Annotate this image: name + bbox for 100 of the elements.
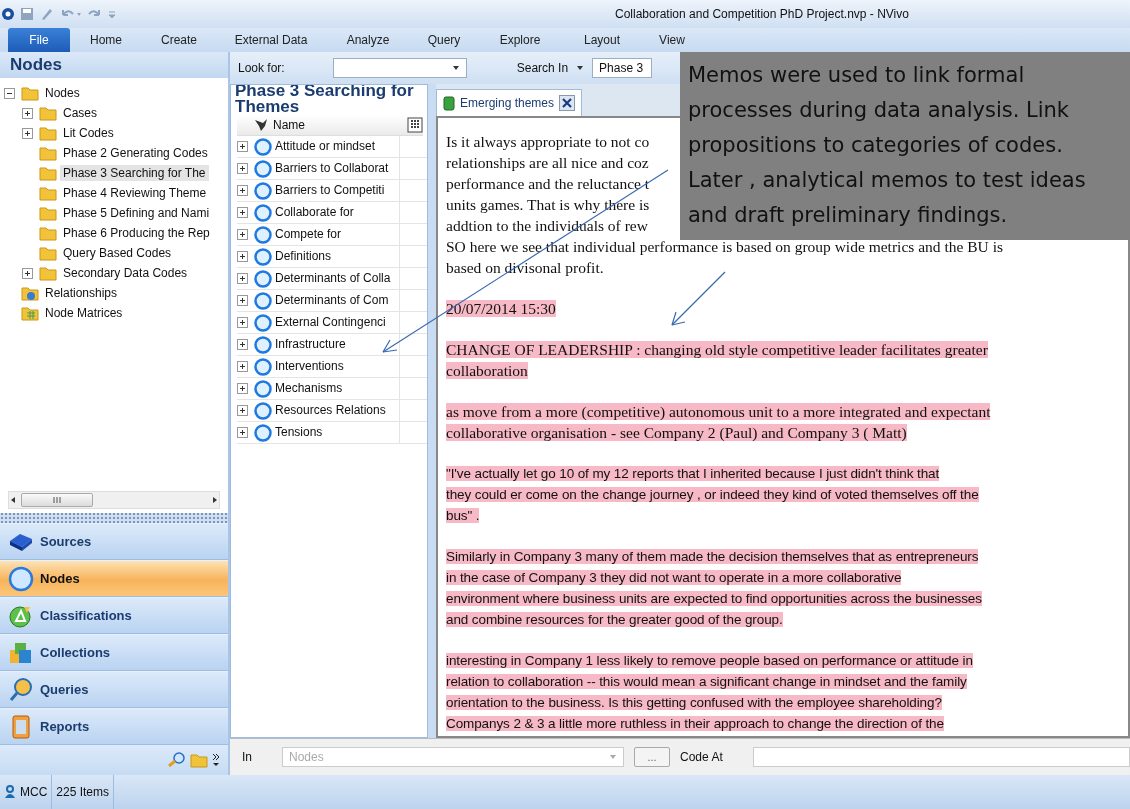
node-icon — [254, 313, 272, 332]
expand-icon[interactable] — [237, 141, 248, 152]
ribbon-tab[interactable]: Layout — [562, 28, 642, 52]
node-icon — [254, 335, 272, 354]
dropdown-icon[interactable] — [576, 65, 585, 71]
expand-icon[interactable] — [237, 383, 248, 394]
node-name[interactable]: Infrastructure — [275, 334, 400, 355]
expand-icon[interactable] — [237, 317, 248, 328]
navigation-button[interactable]: Queries — [0, 671, 228, 708]
tree-item[interactable]: Secondary Data Codes — [60, 265, 191, 281]
panel-title: Nodes — [0, 52, 228, 78]
folder-icon — [39, 145, 57, 161]
node-name[interactable]: Determinants of Com — [275, 290, 400, 311]
tree-item[interactable]: Relationships — [42, 285, 121, 301]
node-name[interactable]: Mechanisms — [275, 378, 400, 399]
navigation-button[interactable]: Sources — [0, 523, 228, 560]
user-name: MCC — [20, 785, 48, 799]
window-title: Collaboration and Competition PhD Project.nvp - NVivo — [615, 7, 909, 21]
node-name[interactable]: Resources Relations — [275, 400, 400, 421]
ribbon-tab[interactable]: Home — [70, 28, 142, 52]
find-icon[interactable] — [168, 752, 186, 768]
more-options-icon[interactable] — [212, 752, 220, 768]
expand-icon[interactable] — [237, 361, 248, 372]
expand-icon[interactable] — [22, 127, 33, 139]
browse-button[interactable]: ... — [634, 747, 670, 767]
search-scope-field[interactable]: Phase 3 — [592, 58, 653, 78]
node-name[interactable]: Tensions — [275, 422, 400, 443]
node-icon — [254, 247, 272, 266]
code-at-field[interactable] — [752, 747, 1130, 767]
collapse-icon[interactable] — [4, 87, 15, 99]
splitter-handle[interactable] — [0, 513, 228, 523]
expand-icon[interactable] — [237, 427, 248, 438]
folder-icon — [39, 185, 57, 201]
node-name[interactable]: Attitude or mindset — [275, 136, 400, 157]
tree-item[interactable]: Phase 5 Defining and Nami — [60, 205, 213, 221]
navigation-button[interactable]: Collections — [0, 634, 228, 671]
ribbon-tab[interactable]: View — [642, 28, 702, 52]
ribbon-tab[interactable]: External Data — [216, 28, 326, 52]
tree-item[interactable]: Node Matrices — [42, 305, 126, 321]
horizontal-scrollbar[interactable] — [8, 491, 220, 509]
document-tab[interactable]: Emerging themes — [436, 89, 583, 116]
tree-item[interactable]: Cases — [60, 105, 100, 121]
expand-icon[interactable] — [22, 267, 33, 279]
text-line: SO here we see that individual performance is based on group wide metrics and the BU is — [446, 238, 1003, 255]
tree-item[interactable]: Nodes — [42, 85, 83, 101]
annotation-tooltip: Memos were used to link formal processes during data analysis. Link propositions to categories of codes. Later , analytical memos to test ideas and draft preliminary findings. — [680, 52, 1130, 240]
expand-icon[interactable] — [237, 207, 248, 218]
navigation-button[interactable]: Classifications — [0, 597, 228, 634]
node-icon — [254, 225, 272, 244]
tree-item[interactable]: Phase 6 Producing the Rep — [60, 225, 213, 241]
close-icon[interactable] — [559, 95, 576, 111]
column-chooser-icon[interactable] — [407, 117, 423, 133]
code-at-label: Code At — [680, 750, 723, 764]
node-name[interactable]: Barriers to Competiti — [275, 180, 400, 201]
tree-item[interactable]: Phase 3 Searching for The — [60, 165, 209, 181]
folder-icon — [39, 165, 57, 181]
navigation-button[interactable]: Nodes — [0, 560, 228, 597]
expand-icon[interactable] — [237, 229, 248, 240]
node-icon — [254, 159, 272, 178]
ribbon-tab[interactable]: Query — [410, 28, 478, 52]
navigation-button[interactable]: Reports — [0, 708, 228, 745]
pin-icon — [253, 117, 269, 133]
node-name[interactable]: Definitions — [275, 246, 400, 267]
folder-icon — [39, 245, 57, 261]
tree-item[interactable]: Phase 4 Reviewing Theme — [60, 185, 210, 201]
column-header[interactable]: Name — [237, 115, 423, 136]
expand-icon[interactable] — [237, 339, 248, 350]
node-name[interactable]: Compete for — [275, 224, 400, 245]
expand-icon[interactable] — [237, 273, 248, 284]
matrix-folder-icon — [21, 305, 39, 321]
node-name[interactable]: Barriers to Collaborat — [275, 158, 400, 179]
node-name[interactable]: External Contingenci — [275, 312, 400, 333]
node-name[interactable]: Interventions — [275, 356, 400, 377]
text-line: Is it always appropriate to not co — [446, 133, 650, 150]
save-icon[interactable] — [20, 7, 34, 21]
node-icon — [254, 137, 272, 156]
tree-item[interactable]: Phase 2 Generating Codes — [60, 145, 211, 161]
ribbon-tab[interactable]: Explore — [478, 28, 562, 52]
expand-icon[interactable] — [237, 163, 248, 174]
ribbon-tab[interactable]: File — [8, 28, 70, 52]
expand-icon[interactable] — [237, 405, 248, 416]
tree-item[interactable]: Lit Codes — [60, 125, 117, 141]
node-name[interactable]: Determinants of Colla — [275, 268, 400, 289]
node-icon — [254, 269, 272, 288]
node-name[interactable]: Collaborate for — [275, 202, 400, 223]
text-line: relationships are all nice and coz — [446, 154, 649, 171]
expand-icon[interactable] — [237, 251, 248, 262]
ribbon-tab[interactable]: Create — [142, 28, 216, 52]
tree-item[interactable]: Query Based Codes — [60, 245, 175, 261]
dropdown-icon[interactable] — [451, 65, 460, 71]
expand-icon[interactable] — [237, 185, 248, 196]
ribbon-tab[interactable]: Analyze — [326, 28, 410, 52]
node-icon — [254, 181, 272, 200]
expand-icon[interactable] — [22, 107, 33, 119]
look-for-field[interactable] — [332, 58, 467, 78]
folder-icon — [39, 105, 57, 121]
circle-icon — [8, 565, 34, 592]
scroll-left-icon[interactable] — [9, 496, 17, 504]
scroll-right-icon[interactable] — [211, 496, 219, 504]
expand-icon[interactable] — [237, 295, 248, 306]
